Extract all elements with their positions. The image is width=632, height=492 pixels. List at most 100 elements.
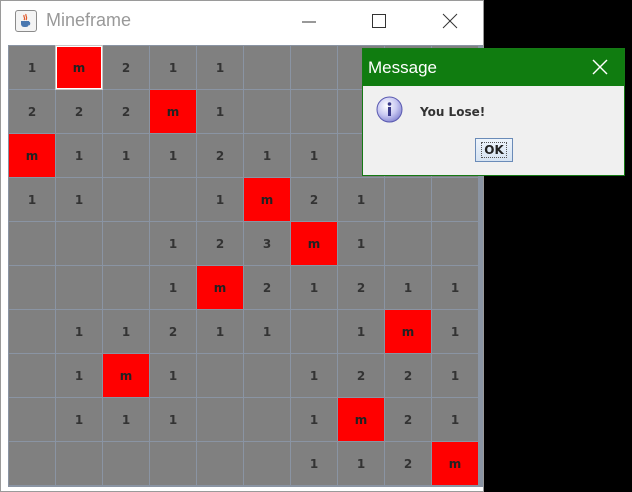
close-icon[interactable] [591, 58, 609, 76]
grid-cell[interactable] [244, 442, 290, 485]
grid-cell[interactable]: 2 [338, 266, 384, 309]
grid-cell[interactable]: 1 [103, 398, 149, 441]
grid-cell[interactable]: 1 [9, 178, 55, 221]
grid-cell[interactable] [291, 90, 337, 133]
grid-cell[interactable]: 1 [244, 310, 290, 353]
grid-cell[interactable] [150, 178, 196, 221]
grid-cell[interactable] [150, 442, 196, 485]
grid-cell[interactable]: 1 [150, 266, 196, 309]
grid-cell[interactable]: 3 [244, 222, 290, 265]
mine-cell[interactable]: m [432, 442, 478, 485]
grid-cell[interactable] [103, 442, 149, 485]
grid-cell[interactable]: 2 [197, 134, 243, 177]
grid-cell[interactable]: 1 [291, 442, 337, 485]
grid-cell[interactable] [291, 310, 337, 353]
mine-cell[interactable]: m [338, 398, 384, 441]
grid-cell[interactable]: 1 [244, 134, 290, 177]
grid-cell[interactable] [9, 310, 55, 353]
grid-cell[interactable]: 2 [385, 398, 431, 441]
mine-cell[interactable]: m [385, 310, 431, 353]
mine-cell[interactable]: m [9, 134, 55, 177]
grid-cell[interactable]: 1 [197, 46, 243, 89]
grid-cell[interactable] [56, 442, 102, 485]
grid-cell[interactable]: 1 [197, 310, 243, 353]
grid-cell[interactable] [197, 398, 243, 441]
grid-cell[interactable]: 1 [56, 354, 102, 397]
minimize-icon[interactable] [299, 11, 319, 31]
grid-cell[interactable]: 2 [338, 354, 384, 397]
grid-cell[interactable] [244, 398, 290, 441]
grid-cell[interactable]: 1 [432, 310, 478, 353]
grid-cell[interactable] [56, 222, 102, 265]
dialog-message: You Lose! [420, 105, 486, 119]
grid-cell[interactable] [244, 46, 290, 89]
grid-cell[interactable]: 1 [197, 178, 243, 221]
grid-cell[interactable]: 1 [197, 90, 243, 133]
grid-cell[interactable] [385, 222, 431, 265]
grid-cell[interactable] [103, 222, 149, 265]
grid-cell[interactable]: 1 [150, 134, 196, 177]
grid-cell[interactable]: 1 [56, 398, 102, 441]
grid-cell[interactable]: 1 [432, 398, 478, 441]
grid-cell[interactable]: 2 [197, 222, 243, 265]
grid-cell[interactable] [197, 354, 243, 397]
grid-cell[interactable]: 1 [150, 46, 196, 89]
grid-cell[interactable]: 2 [103, 46, 149, 89]
grid-cell[interactable]: 2 [244, 266, 290, 309]
ok-button[interactable]: OK [475, 138, 513, 162]
grid-cell[interactable] [244, 90, 290, 133]
grid-cell[interactable]: 1 [56, 134, 102, 177]
grid-cell[interactable]: 1 [291, 134, 337, 177]
grid-cell[interactable]: 2 [9, 90, 55, 133]
grid-cell[interactable]: 1 [338, 178, 384, 221]
grid-cell[interactable] [9, 222, 55, 265]
grid-cell[interactable] [56, 266, 102, 309]
grid-cell[interactable]: 1 [432, 354, 478, 397]
title-bar[interactable]: Mineframe [1, 1, 483, 43]
grid-cell[interactable]: 2 [291, 178, 337, 221]
grid-cell[interactable]: 2 [150, 310, 196, 353]
grid-cell[interactable]: 1 [150, 222, 196, 265]
grid-cell[interactable] [197, 442, 243, 485]
mine-cell[interactable]: m [291, 222, 337, 265]
mine-cell[interactable]: m [103, 354, 149, 397]
grid-cell[interactable]: 1 [9, 46, 55, 89]
grid-cell[interactable]: 2 [56, 90, 102, 133]
grid-cell[interactable] [9, 266, 55, 309]
grid-cell[interactable]: 1 [291, 266, 337, 309]
grid-cell[interactable]: 1 [103, 134, 149, 177]
grid-cell[interactable]: 2 [385, 354, 431, 397]
grid-cell[interactable] [385, 178, 431, 221]
grid-cell[interactable]: 1 [56, 310, 102, 353]
grid-cell[interactable]: 1 [103, 310, 149, 353]
maximize-icon[interactable] [369, 11, 389, 31]
grid-cell[interactable]: 1 [338, 442, 384, 485]
grid-cell[interactable] [432, 178, 478, 221]
grid-cell[interactable]: 1 [338, 310, 384, 353]
dialog-title-bar[interactable]: Message [363, 49, 624, 86]
grid-cell[interactable]: 1 [291, 398, 337, 441]
grid-cell[interactable] [103, 266, 149, 309]
mine-cell[interactable]: m [197, 266, 243, 309]
java-cup-icon[interactable] [15, 10, 37, 32]
grid-cell[interactable]: 1 [150, 398, 196, 441]
grid-cell[interactable]: 2 [103, 90, 149, 133]
grid-cell[interactable]: 1 [385, 266, 431, 309]
grid-cell[interactable] [9, 442, 55, 485]
grid-cell[interactable] [9, 398, 55, 441]
mine-cell[interactable]: m [55, 45, 103, 90]
grid-cell[interactable] [103, 178, 149, 221]
close-icon[interactable] [440, 11, 460, 31]
mine-cell[interactable]: m [150, 90, 196, 133]
grid-cell[interactable] [244, 354, 290, 397]
mine-cell[interactable]: m [244, 178, 290, 221]
grid-cell[interactable] [9, 354, 55, 397]
grid-cell[interactable]: 2 [385, 442, 431, 485]
grid-cell[interactable]: 1 [291, 354, 337, 397]
grid-cell[interactable]: 1 [56, 178, 102, 221]
grid-cell[interactable]: 1 [150, 354, 196, 397]
grid-cell[interactable] [432, 222, 478, 265]
grid-cell[interactable] [291, 46, 337, 89]
grid-cell[interactable]: 1 [338, 222, 384, 265]
grid-cell[interactable]: 1 [432, 266, 478, 309]
